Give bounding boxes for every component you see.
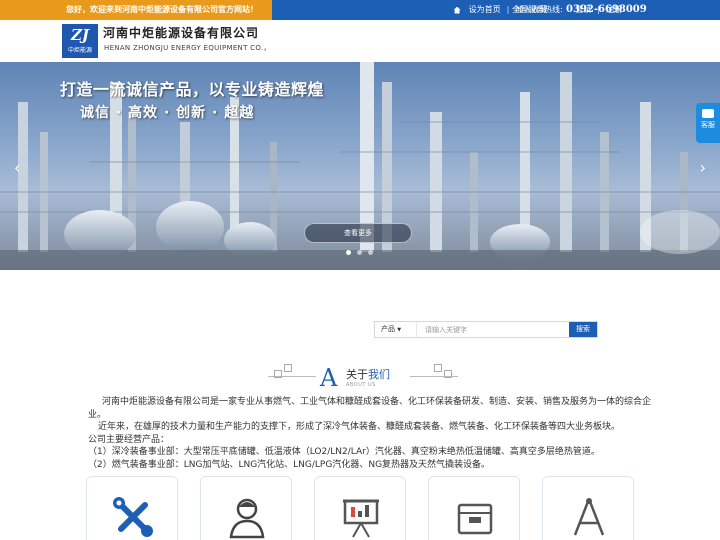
service-card[interactable] xyxy=(314,476,406,540)
about-title-prefix: 关于 xyxy=(346,368,368,381)
slide-dot[interactable] xyxy=(346,250,351,255)
service-card[interactable] xyxy=(428,476,520,540)
view-more-button[interactable]: 查看更多 xyxy=(304,223,412,243)
chevron-right-icon[interactable]: › xyxy=(700,158,706,177)
divider: | xyxy=(506,5,510,14)
search-button[interactable]: 搜索 xyxy=(569,322,597,337)
company-name-en: HENAN ZHONGJU ENERGY EQUIPMENT CO.， xyxy=(104,44,271,52)
search-category-select[interactable]: 产品 ▼ xyxy=(375,322,417,337)
hero-subline: 诚信 · 高效 · 创新 · 超越 xyxy=(80,105,255,121)
compass-icon xyxy=(573,498,605,536)
set-homepage-link[interactable]: 设为首页 xyxy=(469,0,501,20)
top-bar: 您好，欢迎来到河南中炬能源设备有限公司官方网站！ 设为首页 | 加入收藏 登录 … xyxy=(0,0,720,20)
about-paragraph: 公司主要经营产品： xyxy=(88,434,170,445)
chat-icon xyxy=(702,109,714,118)
online-service-tab[interactable]: 客服 xyxy=(696,103,720,143)
service-card[interactable] xyxy=(86,476,178,540)
chevron-left-icon[interactable]: ‹ xyxy=(14,158,20,177)
service-card[interactable] xyxy=(200,476,292,540)
presentation-icon xyxy=(343,499,379,538)
decor-square-icon xyxy=(274,370,282,378)
search-input[interactable] xyxy=(417,322,569,337)
logo-mark: ZJ xyxy=(70,26,90,44)
engineer-icon xyxy=(229,498,265,539)
hotline-number: 0392-6698009 xyxy=(566,4,647,15)
home-icon xyxy=(453,6,461,14)
slide-dot[interactable] xyxy=(368,250,373,255)
logo-subtext: 中炬能源 xyxy=(67,47,92,54)
decor-square-icon xyxy=(434,364,442,372)
service-cards xyxy=(86,476,636,540)
about-paragraph: 河南中炬能源设备有限公司是一家专业从事燃气、工业气体和糠醛成套设备、化工环保装备… xyxy=(88,397,652,420)
hero-headline: 打造一流诚信产品，以专业铸造辉煌 xyxy=(60,80,325,99)
hotline-label: 全国服务热线: xyxy=(512,5,563,14)
about-paragraph: 近年来，在雄厚的技术力量和生产能力的支撑下，形成了深冷气体装备、糠醛成套装备、燃… xyxy=(98,422,621,432)
about-title: 关于我们 xyxy=(346,366,390,382)
about-content: 河南中炬能源设备有限公司是一家专业从事燃气、工业气体和糠醛成套设备、化工环保装备… xyxy=(88,396,660,471)
company-name: 河南中炬能源设备有限公司 xyxy=(103,26,260,40)
about-paragraph: （1）深冷装备事业部：大型常压平底储罐、低温液体（LO2/LN2/LAr）汽化器… xyxy=(88,447,600,457)
box-icon xyxy=(457,503,493,535)
about-subtitle: ABOUT US xyxy=(346,382,376,388)
about-heading: A 关于我们 ABOUT US xyxy=(268,364,458,392)
hero-banner: 打造一流诚信产品，以专业铸造辉煌 诚信 · 高效 · 创新 · 超越 查看更多 … xyxy=(0,62,720,270)
about-title-highlight: 我们 xyxy=(368,368,390,381)
about-paragraph: （2）燃气装备事业部：LNG加气站、LNG汽化站、LNG/LPG汽化器、NG复热… xyxy=(88,459,491,470)
company-logo[interactable]: ZJ 中炬能源 xyxy=(62,24,98,58)
search-category-label: 产品 xyxy=(381,325,395,333)
chevron-down-icon: ▼ xyxy=(397,327,402,333)
tools-icon xyxy=(113,497,153,537)
welcome-message: 您好，欢迎来到河南中炬能源设备有限公司官方网站！ xyxy=(0,0,272,20)
slide-dot[interactable] xyxy=(357,250,362,255)
service-card[interactable] xyxy=(542,476,634,540)
divider xyxy=(410,376,458,377)
about-letter: A xyxy=(320,364,338,392)
decor-square-icon xyxy=(284,364,292,372)
search-bar: 产品 ▼ 搜索 xyxy=(374,321,598,338)
slide-indicators xyxy=(346,250,373,255)
service-label: 客服 xyxy=(701,121,715,129)
